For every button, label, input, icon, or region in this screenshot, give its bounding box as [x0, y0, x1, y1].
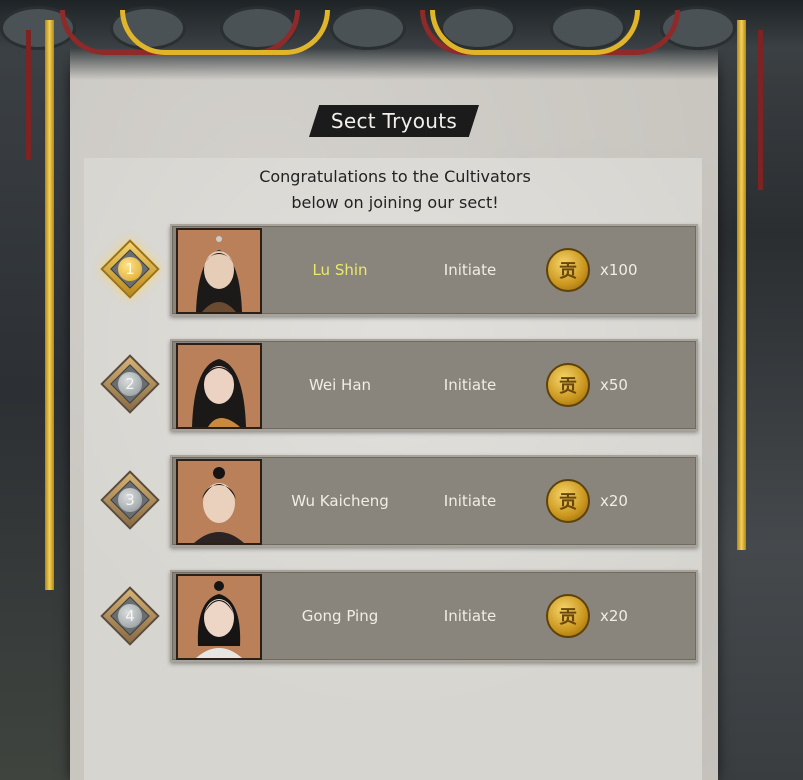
portrait-avatar — [176, 228, 262, 314]
recruit-title: Initiate — [443, 607, 497, 625]
gold-rope — [430, 10, 640, 55]
contribution-coin-icon: 贡 — [546, 248, 590, 292]
reward-quantity: x20 — [600, 492, 628, 510]
recruit-title: Initiate — [443, 261, 497, 279]
gold-pole-left — [45, 20, 54, 590]
reward-quantity: x50 — [600, 376, 628, 394]
character-portrait-icon — [178, 230, 260, 312]
reward-quantity: x100 — [600, 261, 638, 279]
rank-number: 1 — [118, 257, 142, 281]
rank-badge-4: 4 — [100, 586, 160, 646]
subtitle-line-1: Congratulations to the Cultivators — [259, 167, 531, 186]
recruit-row: Gong Ping Initiate 贡 x20 — [170, 570, 698, 662]
gold-pole-right — [737, 20, 746, 550]
rank-badge-3: 3 — [100, 470, 160, 530]
reward-quantity: x20 — [600, 607, 628, 625]
rank-number: 2 — [118, 372, 142, 396]
recruit-name: Wu Kaicheng — [291, 492, 389, 510]
recruit-row: Wei Han Initiate 贡 x50 — [170, 339, 698, 431]
rank-badge-2: 2 — [100, 354, 160, 414]
dialog-subtitle: Congratulations to the Cultivators below… — [200, 164, 590, 216]
dialog-title: Sect Tryouts — [309, 105, 479, 137]
recruit-name: Wei Han — [308, 376, 372, 394]
contribution-coin-icon: 贡 — [546, 594, 590, 638]
red-tassel-right — [758, 30, 763, 190]
cloud-ornament — [330, 6, 406, 50]
contribution-coin-icon: 贡 — [546, 479, 590, 523]
portrait-avatar — [176, 343, 262, 429]
top-ornament — [0, 0, 803, 80]
rank-number: 3 — [118, 488, 142, 512]
background-left — [0, 0, 70, 780]
rank-badge-1: 1 — [100, 239, 160, 299]
gold-rope — [120, 10, 330, 55]
character-portrait-icon — [178, 345, 260, 427]
recruit-row: Wu Kaicheng Initiate 贡 x20 — [170, 455, 698, 547]
recruit-row: Lu Shin Initiate 贡 x100 — [170, 224, 698, 316]
character-portrait-icon — [178, 576, 260, 658]
portrait-avatar — [176, 459, 262, 545]
recruit-name: Lu Shin — [312, 261, 368, 279]
rank-number: 4 — [118, 604, 142, 628]
subtitle-line-2: below on joining our sect! — [291, 193, 499, 212]
recruit-name: Gong Ping — [301, 607, 379, 625]
recruit-title: Initiate — [443, 492, 497, 510]
recruit-title: Initiate — [443, 376, 497, 394]
character-portrait-icon — [178, 461, 260, 543]
red-tassel-left — [26, 30, 31, 160]
portrait-avatar — [176, 574, 262, 660]
contribution-coin-icon: 贡 — [546, 363, 590, 407]
